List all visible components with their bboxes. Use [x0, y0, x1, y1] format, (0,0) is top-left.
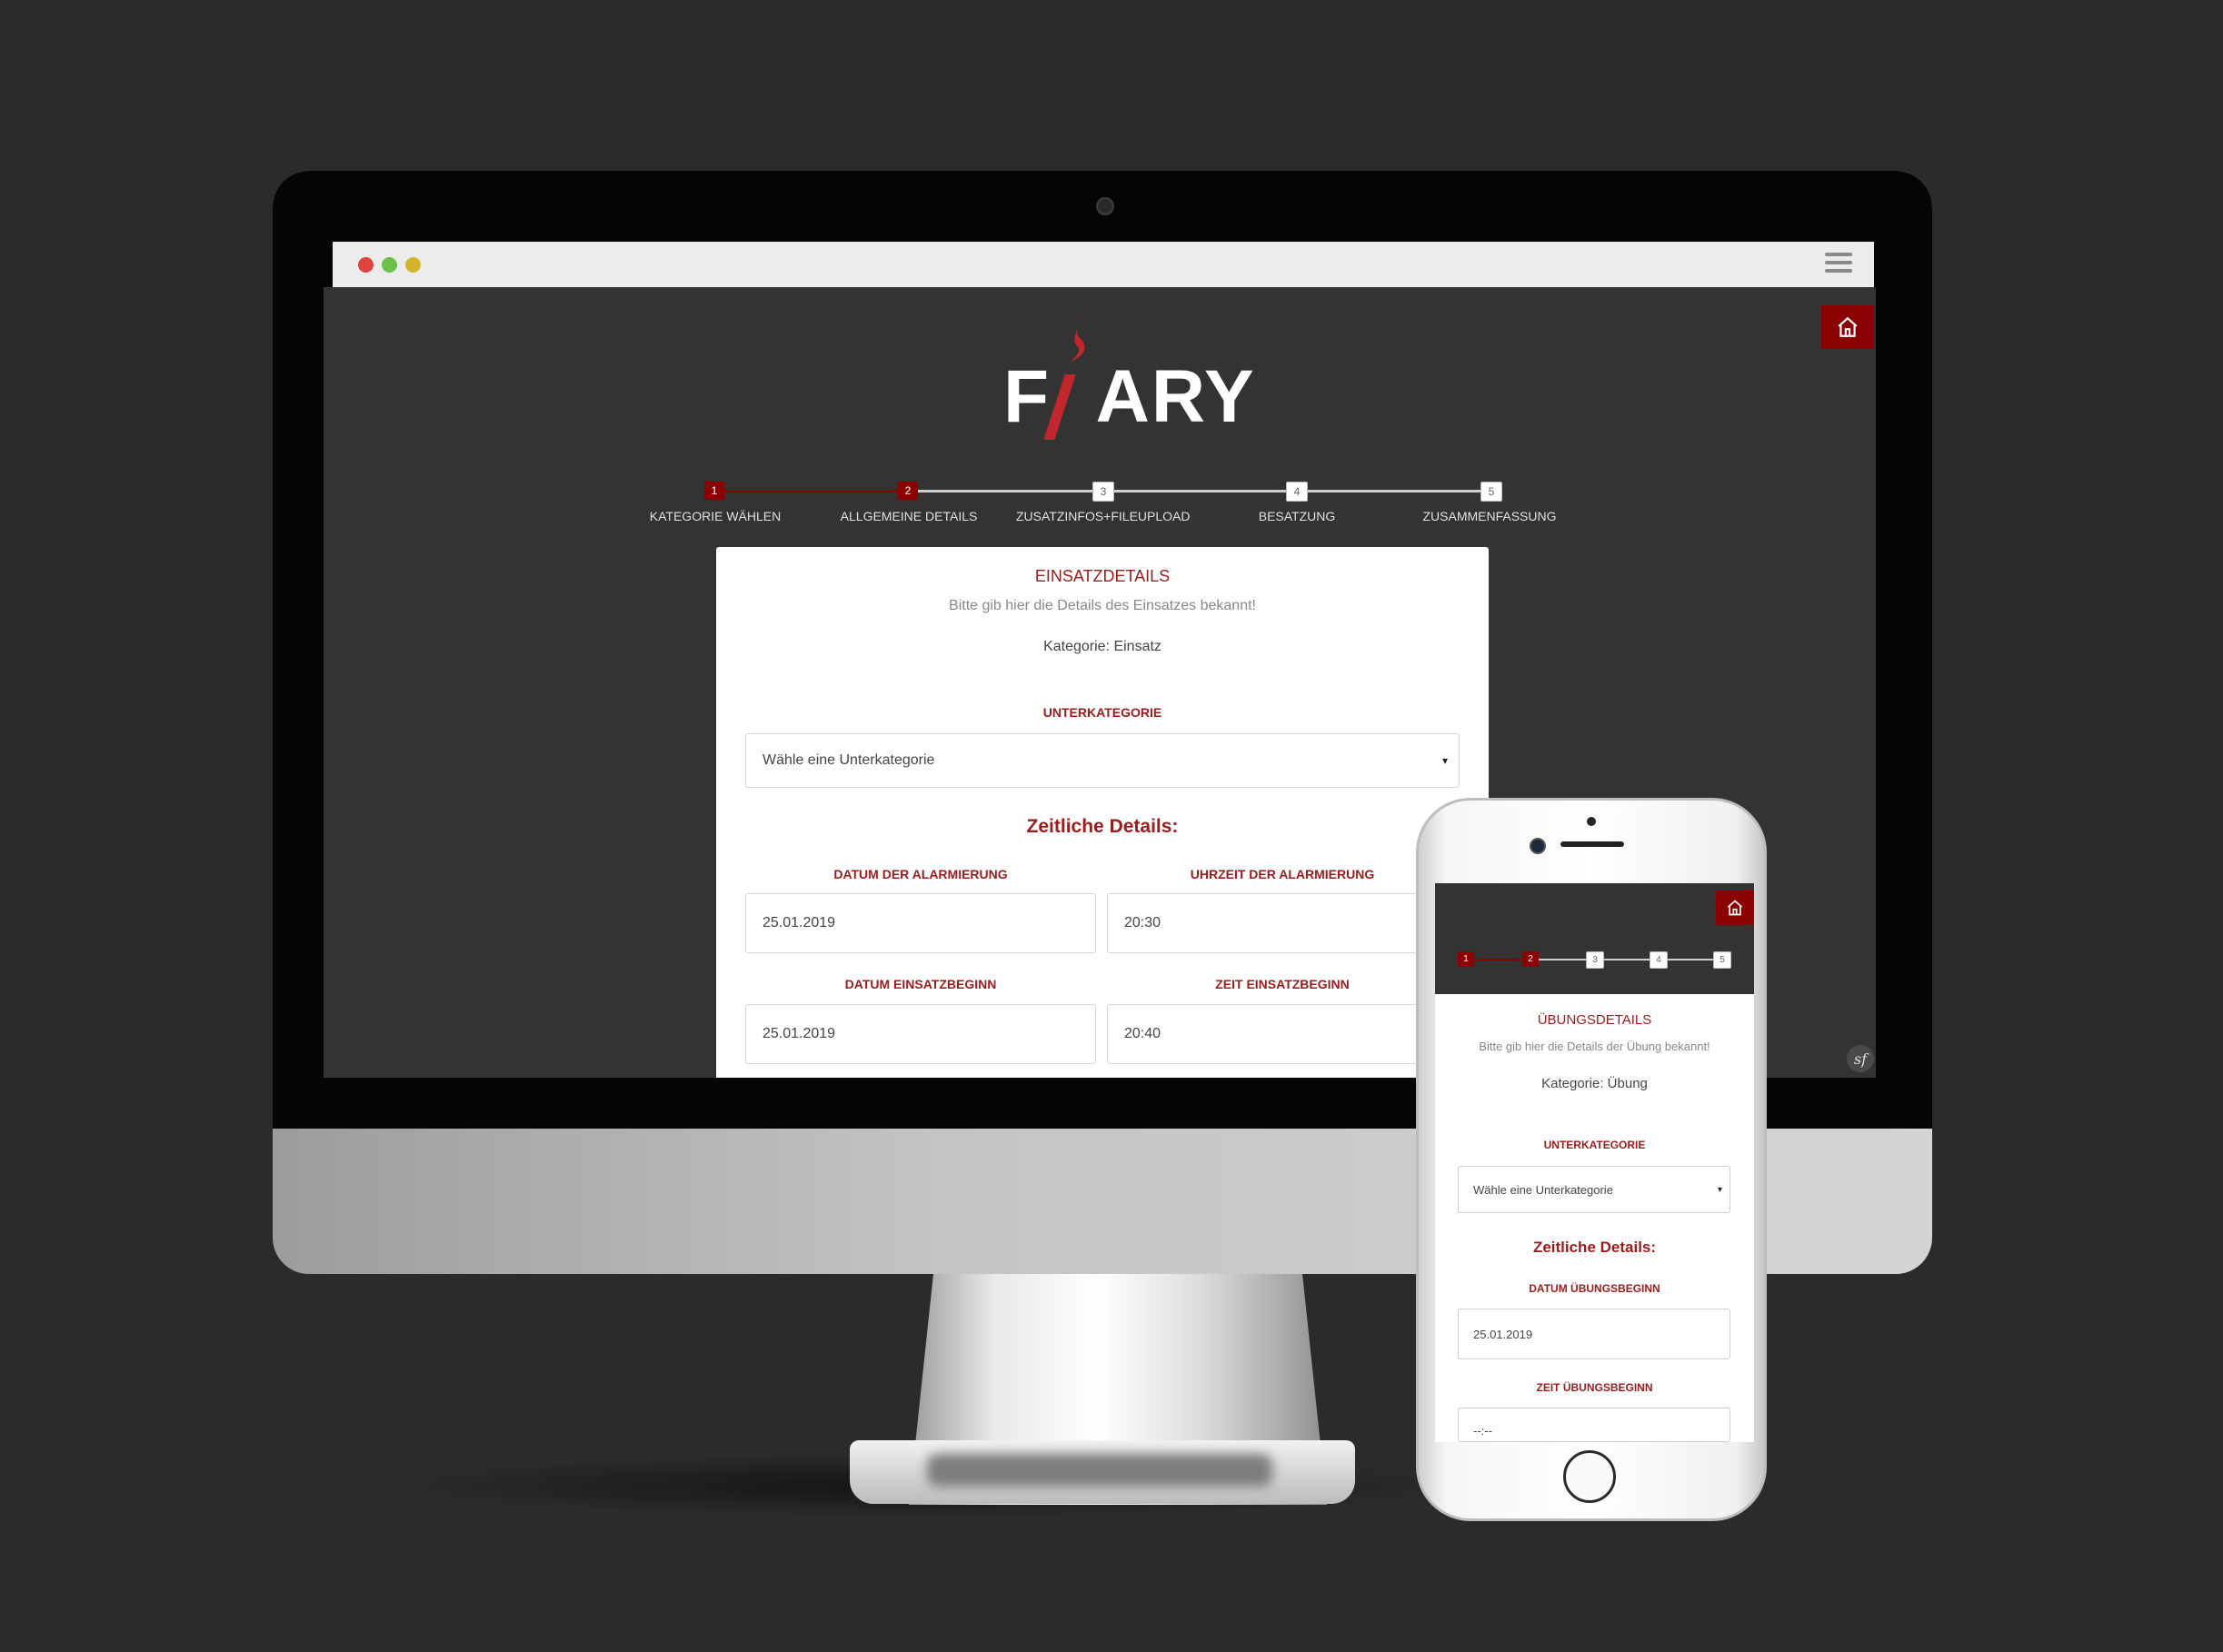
mobile-stepper-line-2: [1537, 959, 1593, 960]
details-card: [716, 547, 1489, 1078]
step-2-label: ALLGEMEINE DETAILS: [840, 509, 978, 523]
field-label-time-start: ZEIT EINSATZBEGINN: [1215, 977, 1350, 991]
mobile-date-input[interactable]: 25.01.2019: [1458, 1309, 1730, 1359]
category-text: Kategorie: Einsatz: [1043, 639, 1161, 654]
mobile-step-5-marker[interactable]: 5: [1713, 951, 1731, 969]
step-1-marker[interactable]: 1: [704, 482, 724, 500]
iphone-camera: [1530, 838, 1546, 854]
browser-toolbar: [333, 242, 1874, 287]
imac-base-shadow: [927, 1454, 1272, 1487]
mobile-step-3-marker[interactable]: 3: [1586, 951, 1604, 969]
window-close-dot[interactable]: [358, 257, 374, 273]
step-4-label: BESATZUNG: [1258, 509, 1336, 523]
mobile-time-input[interactable]: --:--: [1458, 1408, 1730, 1442]
imac-camera: [1096, 197, 1114, 215]
subcategory-label: UNTERKATEGORIE: [1042, 705, 1162, 720]
subcategory-select[interactable]: Wähle eine Unterkategorie ▾: [745, 733, 1460, 788]
iphone-home-button[interactable]: [1563, 1450, 1616, 1503]
date-alarm-input[interactable]: 25.01.2019: [745, 893, 1096, 953]
date-start-input[interactable]: 25.01.2019: [745, 1004, 1096, 1064]
step-2-marker[interactable]: 2: [898, 482, 918, 500]
symfony-toolbar-icon[interactable]: sf: [1847, 1045, 1874, 1072]
home-icon: [1838, 316, 1858, 337]
section-title: Zeitliche Details:: [1026, 816, 1179, 837]
mobile-field-label-time: ZEIT ÜBUNGSBEGINN: [1536, 1381, 1653, 1394]
stepper-line-4: [1307, 490, 1490, 493]
card-title: EINSATZDETAILS: [1034, 567, 1171, 585]
mobile-subcategory-label: UNTERKATEGORIE: [1543, 1139, 1646, 1151]
mobile-section-title: Zeitliche Details:: [1532, 1239, 1657, 1256]
mobile-home-button[interactable]: [1716, 891, 1754, 925]
mobile-step-2-marker[interactable]: 2: [1522, 951, 1539, 967]
subcategory-select-value: Wähle eine Unterkategorie: [763, 752, 935, 768]
mobile-card-subtitle: Bitte gib hier die Details der Übung bek…: [1479, 1040, 1710, 1053]
mobile-card-title: ÜBUNGSDETAILS: [1537, 1012, 1652, 1028]
step-4-marker[interactable]: 4: [1286, 482, 1308, 502]
chevron-down-icon: ▾: [1441, 754, 1448, 767]
field-label-date-alarm: DATUM DER ALARMIERUNG: [833, 867, 1008, 881]
mobile-subcategory-select-value: Wähle eine Unterkategorie: [1473, 1182, 1613, 1197]
logo-wordmark: F ARY: [1003, 355, 1256, 438]
hamburger-icon[interactable]: [1825, 253, 1852, 274]
stepper-line-2: [918, 490, 1102, 493]
mobile-step-1-marker[interactable]: 1: [1458, 951, 1474, 967]
card-subtitle: Bitte gib hier die Details des Einsatzes…: [949, 598, 1256, 613]
stepper-line-1: [714, 490, 908, 493]
stepper-line-3: [1112, 490, 1295, 493]
iphone-sensor: [1587, 817, 1596, 826]
mobile-category-text: Kategorie: Übung: [1541, 1076, 1648, 1091]
mobile-subcategory-select[interactable]: Wähle eine Unterkategorie ▾: [1458, 1166, 1730, 1213]
mobile-stepper-line-1: [1465, 959, 1529, 960]
step-3-label: ZUSATZINFOS+FILEUPLOAD: [1016, 509, 1191, 523]
time-start-input[interactable]: 20:40: [1107, 1004, 1460, 1064]
step-5-label: ZUSAMMENFASSUNG: [1422, 509, 1557, 523]
window-minimize-dot[interactable]: [405, 257, 421, 273]
home-icon: [1727, 900, 1743, 916]
step-3-marker[interactable]: 3: [1092, 482, 1114, 502]
mobile-header: [1435, 883, 1754, 994]
step-5-marker[interactable]: 5: [1480, 482, 1502, 502]
field-label-date-start: DATUM EINSATZBEGINN: [844, 977, 997, 991]
window-maximize-dot[interactable]: [382, 257, 397, 273]
iphone-speaker: [1560, 841, 1624, 847]
field-label-time-alarm: UHRZEIT DER ALARMIERUNG: [1190, 867, 1375, 881]
mobile-step-4-marker[interactable]: 4: [1650, 951, 1668, 969]
fiary-logo: F ARY: [1003, 314, 1254, 442]
time-alarm-input[interactable]: 20:30: [1107, 893, 1460, 953]
mobile-field-label-date: DATUM ÜBUNGSBEGINN: [1529, 1282, 1660, 1295]
home-button[interactable]: [1821, 305, 1874, 349]
chevron-down-icon: ▾: [1717, 1184, 1722, 1195]
step-1-label: KATEGORIE WÄHLEN: [649, 509, 782, 523]
